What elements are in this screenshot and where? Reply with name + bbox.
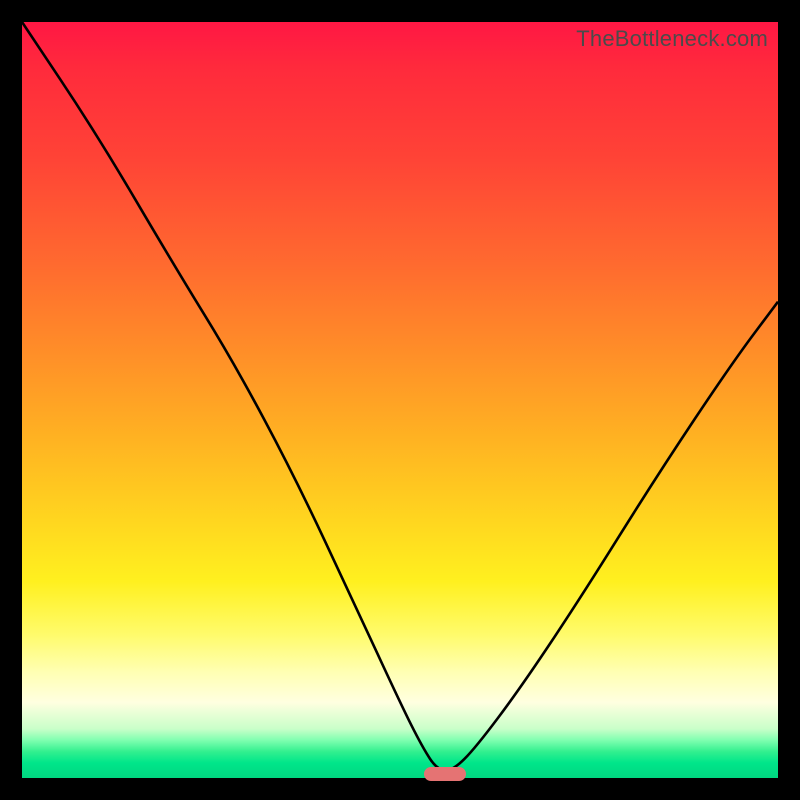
- bottleneck-curve: [22, 22, 778, 778]
- plot-area: TheBottleneck.com: [22, 22, 778, 778]
- chart-frame: TheBottleneck.com: [0, 0, 800, 800]
- watermark-text: TheBottleneck.com: [576, 26, 768, 52]
- curve-path: [22, 22, 778, 770]
- minimum-marker: [424, 767, 466, 781]
